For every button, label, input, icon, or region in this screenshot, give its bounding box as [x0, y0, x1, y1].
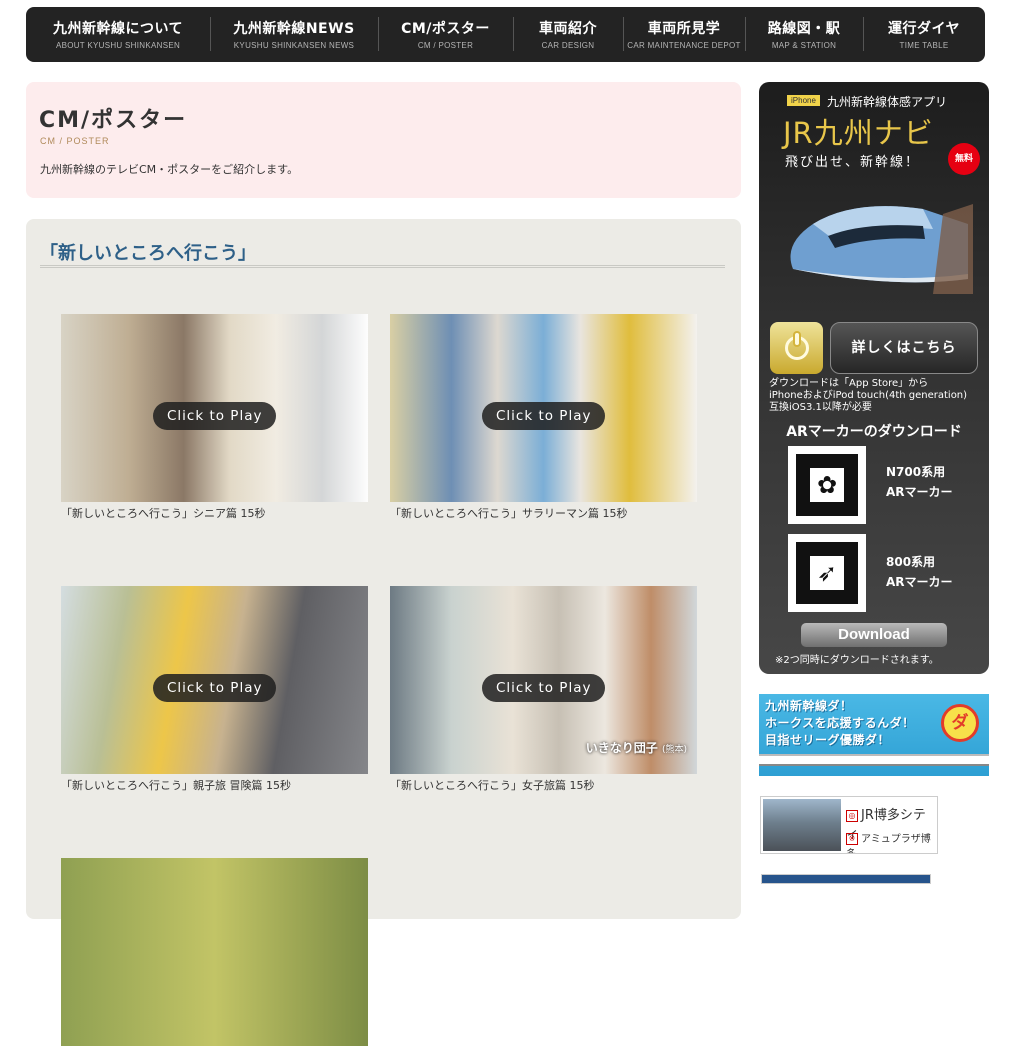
video-overlay-text: いきなり団子 (熊本) — [586, 739, 687, 756]
video-overlay-main: いきなり団子 — [585, 741, 658, 755]
video-card — [61, 858, 368, 1046]
power-icon[interactable] — [770, 322, 823, 374]
nav-cm-poster-sublabel: CM / POSTER — [417, 40, 474, 50]
nav-news-label: 九州新幹線NEWS — [233, 20, 355, 37]
video-thumbnail[interactable]: Click to Play — [390, 314, 697, 502]
video-thumbnail[interactable] — [61, 858, 368, 1046]
video-thumbnail[interactable]: Click to Play いきなり団子 (熊本) — [390, 586, 697, 774]
nav-about-sublabel: ABOUT KYUSHU SHINKANSEN — [55, 40, 181, 50]
jr-logo-icon: ◎ — [846, 809, 858, 822]
ar-marker-800-label: 800系用 ARマーカー — [886, 552, 953, 592]
download-footnote: ※2つ同時にダウンロードされます。 — [775, 655, 939, 666]
nav-about[interactable]: 九州新幹線について ABOUT KYUSHU SHINKANSEN — [26, 7, 210, 62]
video-caption: 「新しいところへ行こう」親子旅 冒険篇 15秒 — [61, 779, 291, 792]
download-note-line: ダウンロードは「App Store」から — [769, 378, 929, 389]
play-button[interactable]: Click to Play — [482, 402, 606, 430]
nav-map-station-sublabel: MAP & STATION — [771, 40, 837, 50]
video-card: Click to Play いきなり団子 (熊本) 「新しいところへ行こう」女子… — [390, 586, 697, 793]
nav-cm-poster[interactable]: CM/ポスター CM / POSTER — [378, 7, 513, 62]
page-description: 九州新幹線のテレビCM・ポスターをご紹介します。 — [40, 163, 299, 176]
nav-car-design[interactable]: 車両紹介 CAR DESIGN — [513, 7, 623, 62]
ar-marker-n700-image[interactable]: ✿ — [788, 446, 866, 524]
global-nav: 九州新幹線について ABOUT KYUSHU SHINKANSEN 九州新幹線N… — [26, 7, 985, 62]
partial-banner[interactable] — [761, 874, 931, 884]
app-logo: JR九州ナビ — [783, 116, 934, 150]
jr-hakata-city-banner[interactable]: ◎JR博多シティ ※アミュプラザ博多 — [760, 796, 938, 854]
play-button[interactable]: Click to Play — [153, 402, 277, 430]
hakata-line2-text: アミュプラザ博多 — [846, 834, 931, 853]
ar-marker-n700-line2: ARマーカー — [886, 485, 953, 499]
cm-gallery: 「新しいところへ行こう」 Click to Play 「新しいところへ行こう」シ… — [26, 219, 741, 1046]
video-overlay-sub: (熊本) — [661, 745, 687, 755]
app-label: 九州新幹線体感アプリ — [827, 95, 948, 109]
nav-cm-poster-label: CM/ポスター — [401, 20, 490, 37]
ar-marker-800-line1: 800系用 — [886, 555, 936, 569]
page-title: CM/ポスター — [39, 108, 188, 133]
section-divider — [40, 265, 725, 268]
video-card: Click to Play 「新しいところへ行こう」シニア篇 15秒 — [61, 314, 368, 521]
amu-logo-icon: ※ — [846, 833, 858, 845]
hakata-line2: ※アミュプラザ博多 — [846, 830, 937, 853]
download-button[interactable]: Download — [801, 623, 947, 647]
swallow-icon: ➶ — [810, 556, 844, 590]
da-mascot-icon: ダ — [941, 704, 979, 742]
video-caption: 「新しいところへ行こう」シニア篇 15秒 — [61, 507, 266, 520]
nav-timetable-label: 運行ダイヤ — [887, 20, 961, 37]
video-card: Click to Play 「新しいところへ行こう」親子旅 冒険篇 15秒 — [61, 586, 368, 793]
video-caption: 「新しいところへ行こう」女子旅篇 15秒 — [390, 779, 595, 792]
hawks-banner[interactable]: 九州新幹線ダ！ ホークスを応援するんダ！ 目指せリーグ優勝ダ！ ダ — [759, 694, 989, 776]
flower-icon: ✿ — [810, 468, 844, 502]
play-button[interactable]: Click to Play — [153, 674, 277, 702]
ar-marker-n700-line1: N700系用 — [886, 465, 946, 479]
nav-news[interactable]: 九州新幹線NEWS KYUSHU SHINKANSEN NEWS — [210, 7, 378, 62]
video-thumbnail[interactable]: Click to Play — [61, 314, 368, 502]
page-header: CM/ポスター CM / POSTER 九州新幹線のテレビCM・ポスターをご紹介… — [26, 82, 741, 198]
download-note-line: iPhoneおよびiPod touch(4th generation) — [769, 390, 968, 401]
nav-depot-label: 車両所見学 — [647, 20, 721, 37]
free-badge: 無料 — [948, 143, 980, 175]
station-building-image — [763, 799, 841, 851]
nav-map-station[interactable]: 路線図・駅 MAP & STATION — [745, 7, 863, 62]
video-caption: 「新しいところへ行こう」サラリーマン篇 15秒 — [390, 507, 628, 520]
ar-marker-800-line2: ARマーカー — [886, 575, 953, 589]
nav-map-station-label: 路線図・駅 — [767, 20, 841, 37]
page-subtitle: CM / POSTER — [40, 136, 110, 146]
app-slogan: 飛び出せ、新幹線！ — [785, 155, 921, 170]
train-strip-image — [759, 754, 989, 766]
nav-car-design-sublabel: CAR DESIGN — [541, 40, 595, 50]
ar-marker-n700-label: N700系用 ARマーカー — [886, 462, 953, 502]
ar-marker-heading: ARマーカーのダウンロード — [786, 424, 962, 440]
hawks-line1: 九州新幹線ダ！ — [765, 699, 853, 713]
section-title: 「新しいところへ行こう」 — [40, 243, 256, 264]
nav-news-sublabel: KYUSHU SHINKANSEN NEWS — [233, 40, 355, 50]
nav-depot[interactable]: 車両所見学 CAR MAINTENANCE DEPOT — [623, 7, 745, 62]
shinkansen-train-image — [790, 204, 973, 294]
jr-kyushu-navi-banner: iPhone 九州新幹線体感アプリ JR九州ナビ 飛び出せ、新幹線！ 無料 詳し… — [759, 82, 989, 674]
play-button[interactable]: Click to Play — [482, 674, 606, 702]
iphone-badge: iPhone — [787, 95, 820, 106]
nav-timetable[interactable]: 運行ダイヤ TIME TABLE — [863, 7, 985, 62]
details-button[interactable]: 詳しくはこちら — [830, 322, 978, 374]
ar-marker-800-image[interactable]: ➶ — [788, 534, 866, 612]
download-requirements: ダウンロードは「App Store」から iPhoneおよびiPod touch… — [769, 378, 984, 414]
hawks-line2: ホークスを応援するんダ！ — [765, 716, 915, 730]
nav-about-label: 九州新幹線について — [52, 20, 184, 37]
hawks-line3: 目指せリーグ優勝ダ！ — [765, 733, 891, 747]
video-thumbnail[interactable]: Click to Play — [61, 586, 368, 774]
video-card: Click to Play 「新しいところへ行こう」サラリーマン篇 15秒 — [390, 314, 697, 521]
nav-timetable-sublabel: TIME TABLE — [899, 40, 949, 50]
download-note-line: 互換iOS3.1以降が必要 — [769, 402, 872, 413]
nav-depot-sublabel: CAR MAINTENANCE DEPOT — [627, 40, 741, 50]
nav-car-design-label: 車両紹介 — [539, 20, 597, 37]
